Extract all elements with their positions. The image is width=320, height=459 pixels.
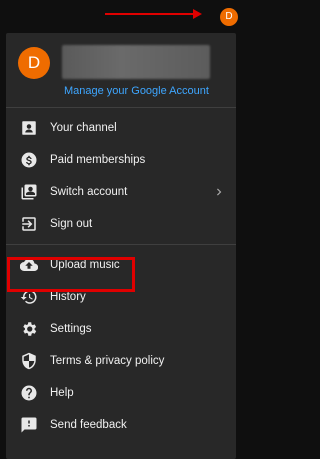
menu-section-account: Your channel Paid memberships Switch acc… (6, 108, 236, 245)
cloud-upload-icon (20, 256, 38, 274)
switch-account-icon (20, 183, 38, 201)
account-name-redacted (62, 45, 210, 79)
menu-item-label: History (50, 291, 86, 303)
gear-icon (20, 320, 38, 338)
menu-item-label: Upload music (50, 259, 120, 271)
menu-section-general: Upload music History Settings Terms & pr… (6, 245, 236, 445)
menu-item-your-channel[interactable]: Your channel (6, 112, 236, 144)
history-icon (20, 288, 38, 306)
shield-icon (20, 352, 38, 370)
top-avatar-button[interactable]: D (220, 8, 238, 26)
manage-account-link[interactable]: Manage your Google Account (64, 85, 209, 97)
menu-item-label: Help (50, 387, 74, 399)
menu-item-label: Settings (50, 323, 92, 335)
sign-out-icon (20, 215, 38, 233)
menu-item-history[interactable]: History (6, 281, 236, 313)
menu-item-switch-account[interactable]: Switch account (6, 176, 236, 208)
account-menu: D Manage your Google Account Your channe… (6, 33, 236, 459)
menu-item-label: Paid memberships (50, 154, 146, 166)
menu-item-help[interactable]: Help (6, 377, 236, 409)
account-header: D Manage your Google Account (6, 33, 236, 108)
person-box-icon (20, 119, 38, 137)
annotation-arrow (105, 13, 197, 15)
menu-item-upload-music[interactable]: Upload music (6, 249, 236, 281)
menu-item-label: Switch account (50, 186, 128, 198)
menu-item-label: Terms & privacy policy (50, 355, 165, 367)
dollar-circle-icon (20, 151, 38, 169)
account-avatar: D (18, 47, 50, 79)
menu-item-terms-privacy[interactable]: Terms & privacy policy (6, 345, 236, 377)
help-icon (20, 384, 38, 402)
feedback-icon (20, 416, 38, 434)
menu-item-paid-memberships[interactable]: Paid memberships (6, 144, 236, 176)
top-bar: D (0, 0, 244, 30)
menu-item-label: Sign out (50, 218, 93, 230)
menu-item-send-feedback[interactable]: Send feedback (6, 409, 236, 441)
menu-item-label: Your channel (50, 122, 117, 134)
menu-item-label: Send feedback (50, 419, 127, 431)
menu-item-settings[interactable]: Settings (6, 313, 236, 345)
chevron-right-icon (212, 185, 226, 199)
menu-item-sign-out[interactable]: Sign out (6, 208, 236, 240)
annotation-arrow-head (193, 9, 202, 19)
